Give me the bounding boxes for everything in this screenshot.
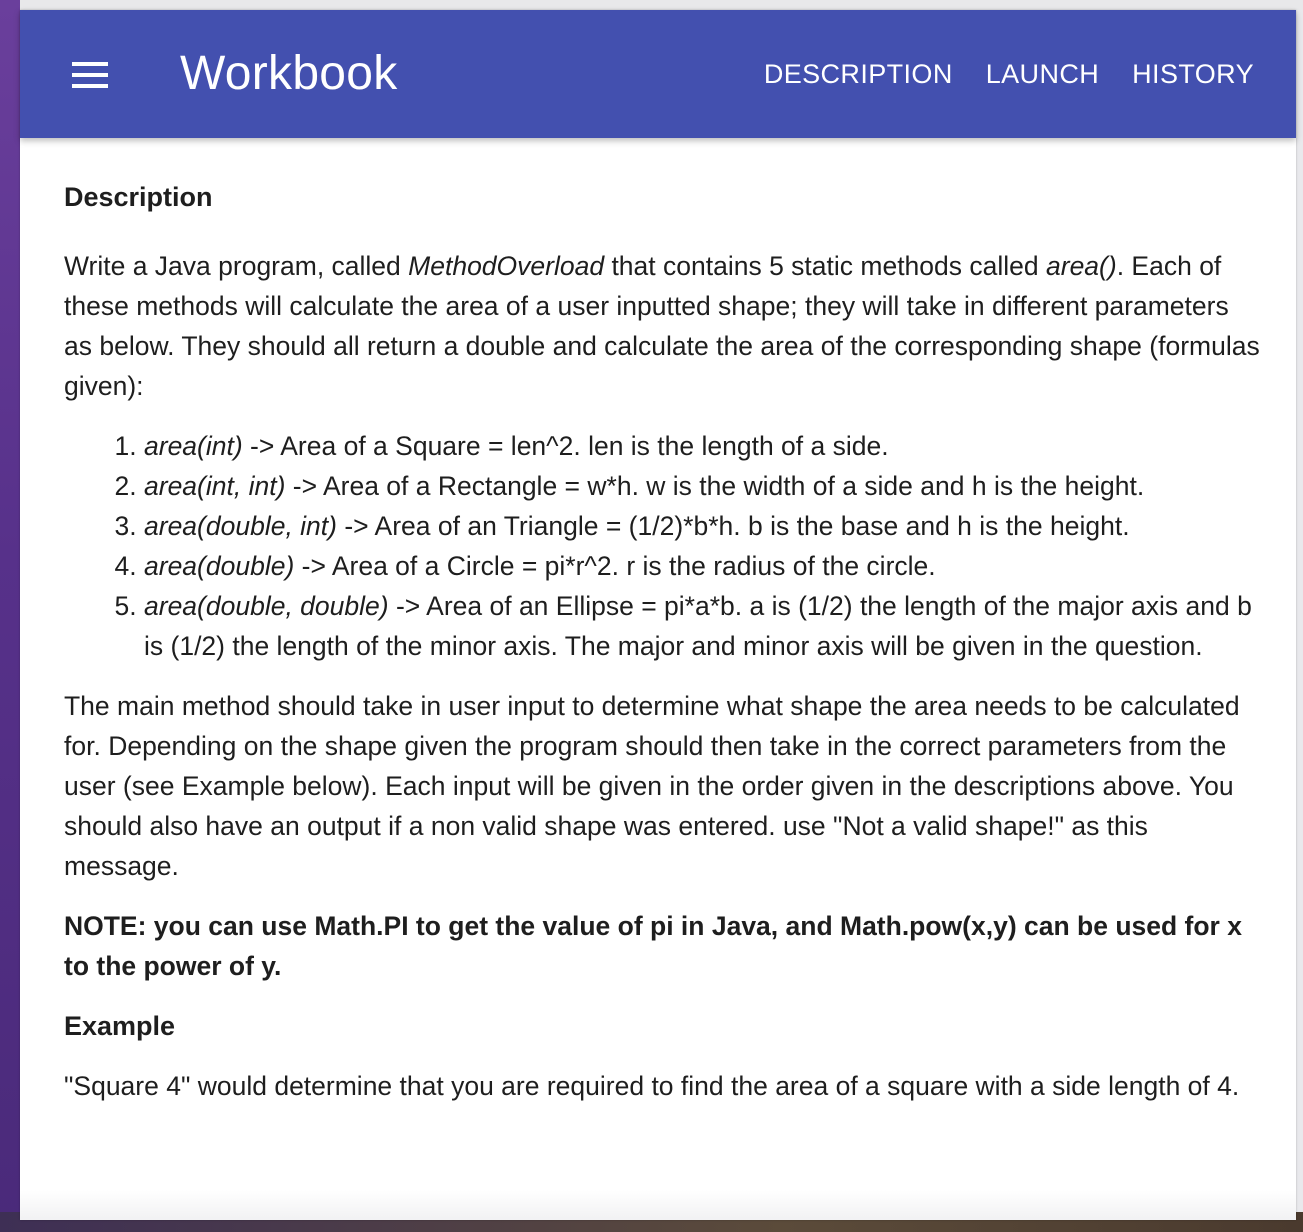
method-signature: area(double, double) [144,591,389,621]
list-item: area(double, double) -> Area of an Ellip… [144,586,1264,666]
app-title: Workbook [180,47,398,100]
intro-text-1: Write a Java program, called [64,251,409,281]
class-name: MethodOverload [408,251,605,281]
description-heading: Description [64,182,213,212]
list-item: area(int) -> Area of a Square = len^2. l… [144,426,1264,466]
nav-description[interactable]: DESCRIPTION [764,54,953,94]
method-signature: area(double, int) [144,511,337,541]
hamburger-menu-icon[interactable] [72,60,108,90]
nav-launch[interactable]: LAUNCH [986,54,1099,94]
method-signature: area(int, int) [144,471,286,501]
main-method-paragraph: The main method should take in user inpu… [64,691,1240,881]
window-top-strip [20,0,1303,10]
list-item: area(double) -> Area of a Circle = pi*r^… [144,546,1264,586]
top-nav: DESCRIPTION LAUNCH HISTORY [764,54,1254,94]
desktop-background-left [0,0,20,1232]
list-item: area(double, int) -> Area of an Triangle… [144,506,1264,546]
method-description: -> Area of a Square = len^2. len is the … [242,431,889,461]
methods-list: area(int) -> Area of a Square = len^2. l… [64,426,1264,666]
bottom-fade [20,1120,1296,1220]
example-paragraph: "Square 4" would determine that you are … [64,1071,1240,1101]
app-window: Workbook DESCRIPTION LAUNCH HISTORY Desc… [20,10,1296,1220]
menu-icon-bar [72,62,108,66]
method-description: -> Area of a Rectangle = w*h. w is the w… [285,471,1145,501]
example-heading: Example [64,1011,176,1041]
method-signature: area(double) [144,551,295,581]
menu-icon-bar [72,84,108,88]
method-name: area() [1046,251,1117,281]
method-description: -> Area of a Circle = pi*r^2. r is the r… [294,551,936,581]
list-item: area(int, int) -> Area of a Rectangle = … [144,466,1264,506]
nav-history[interactable]: HISTORY [1132,54,1254,94]
method-signature: area(int) [144,431,243,461]
menu-icon-bar [72,73,108,77]
app-bar: Workbook DESCRIPTION LAUNCH HISTORY [20,10,1296,138]
description-content: Description Write a Java program, called… [64,172,1264,1126]
method-description: -> Area of an Triangle = (1/2)*b*h. b is… [336,511,1130,541]
intro-paragraph: Write a Java program, called MethodOverl… [64,246,1264,406]
intro-text-2: that contains 5 static methods called [604,251,1046,281]
note-paragraph: NOTE: you can use Math.PI to get the val… [64,911,1242,981]
